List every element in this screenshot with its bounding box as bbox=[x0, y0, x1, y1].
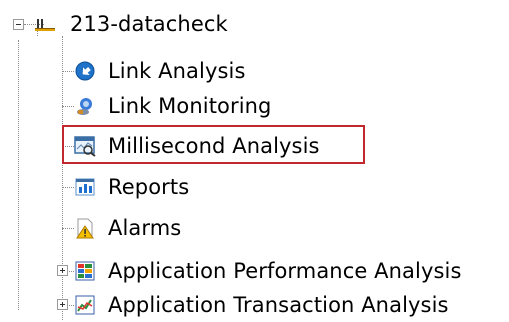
expand-toggle-icon[interactable] bbox=[57, 265, 68, 276]
collapse-toggle-icon[interactable] bbox=[13, 19, 24, 30]
tree-item-millisecond-analysis[interactable]: Millisecond Analysis bbox=[74, 129, 320, 163]
navigation-tree: 213-datacheck Link Analysis Link Monitor… bbox=[0, 0, 509, 320]
tree-item-label: Alarms bbox=[108, 216, 182, 240]
tree-connector-line bbox=[62, 228, 74, 229]
tree-item-label: Link Monitoring bbox=[108, 94, 272, 118]
link-monitoring-icon bbox=[74, 95, 96, 117]
alarm-warning-icon bbox=[74, 217, 96, 239]
tree-connector-line bbox=[62, 71, 74, 72]
tree-node-label: 213-datacheck bbox=[70, 12, 228, 36]
tree-item-label: Application Transaction Analysis bbox=[108, 293, 449, 317]
tree-connector-line bbox=[18, 40, 19, 310]
tree-item-label: Millisecond Analysis bbox=[108, 134, 320, 158]
link-analysis-icon bbox=[74, 60, 96, 82]
tree-item-label: Link Analysis bbox=[108, 59, 246, 83]
app-transaction-icon bbox=[74, 294, 96, 316]
tree-item-alarms[interactable]: Alarms bbox=[74, 211, 181, 245]
tree-item-link-analysis[interactable]: Link Analysis bbox=[74, 54, 246, 88]
tree-item-application-performance-analysis[interactable]: Application Performance Analysis bbox=[74, 254, 461, 288]
tree-item-application-transaction-analysis[interactable]: Application Transaction Analysis bbox=[74, 288, 449, 322]
tree-item-label: Application Performance Analysis bbox=[108, 259, 462, 283]
tree-connector-line bbox=[62, 187, 74, 188]
tree-item-label: Reports bbox=[108, 175, 190, 199]
server-node-icon bbox=[34, 13, 56, 35]
app-performance-icon bbox=[74, 260, 96, 282]
expand-toggle-icon[interactable] bbox=[57, 299, 68, 310]
millisecond-analysis-icon bbox=[74, 135, 96, 157]
tree-item-reports[interactable]: Reports bbox=[74, 170, 189, 204]
tree-connector-line bbox=[62, 36, 63, 320]
tree-item-link-monitoring[interactable]: Link Monitoring bbox=[74, 89, 271, 123]
tree-node-root[interactable]: 213-datacheck bbox=[34, 7, 228, 41]
reports-icon bbox=[74, 176, 96, 198]
tree-connector-line bbox=[62, 106, 74, 107]
